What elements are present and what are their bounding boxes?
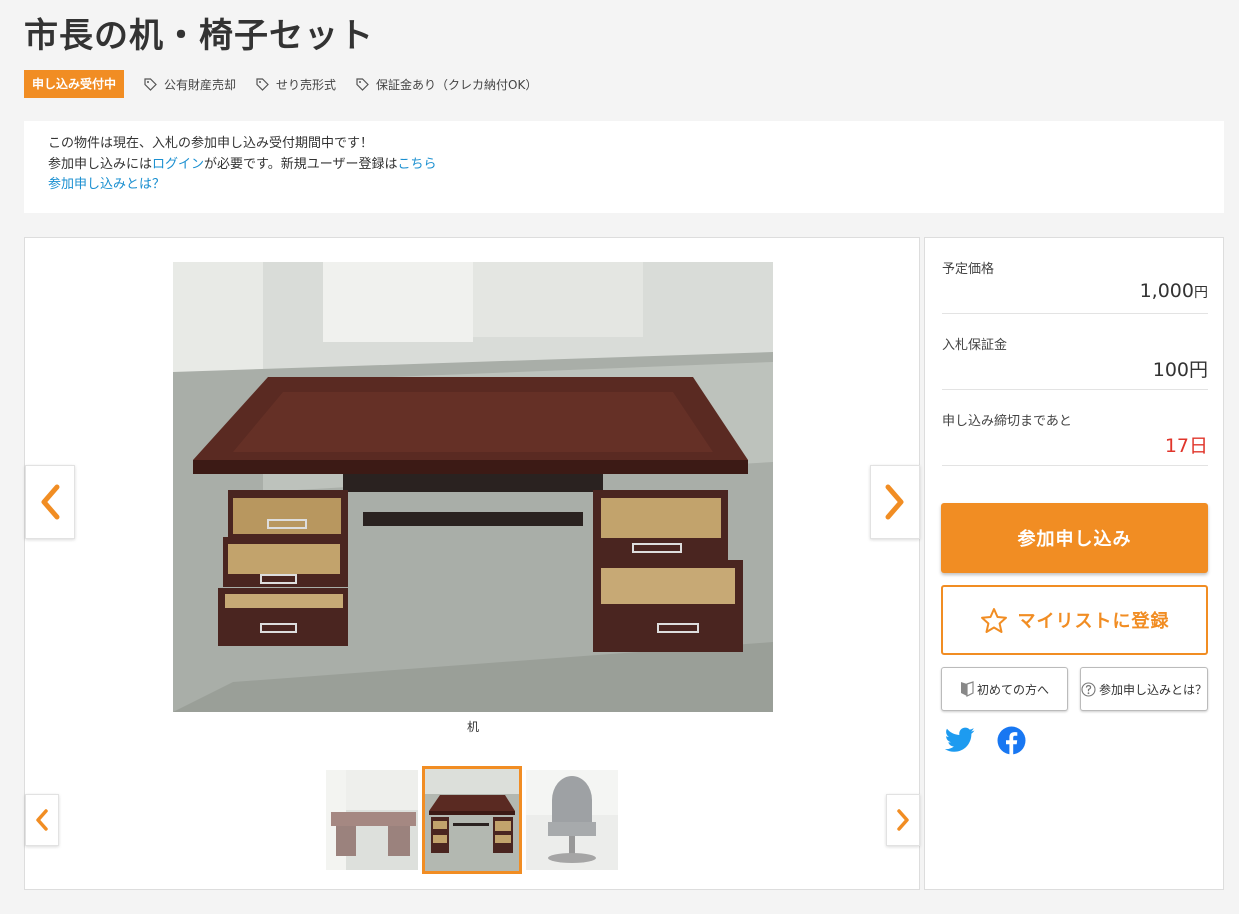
tag-icon bbox=[356, 77, 369, 91]
deposit-value: 100円 bbox=[1152, 359, 1208, 381]
price-amount: 1,000 bbox=[1139, 280, 1194, 302]
add-to-mylist-button[interactable]: マイリストに登録 bbox=[941, 585, 1208, 655]
twitter-share-button[interactable] bbox=[944, 727, 975, 753]
chevron-right-icon bbox=[885, 484, 904, 520]
beginner-mark-icon bbox=[960, 681, 974, 697]
tag-item: せり売形式 bbox=[256, 76, 336, 93]
deposit-row: 入札保証金 100円 bbox=[942, 334, 1208, 390]
prev-thumbnail-button[interactable] bbox=[25, 794, 59, 846]
status-badge: 申し込み受付中 bbox=[24, 70, 125, 98]
login-link[interactable]: ログイン bbox=[152, 157, 204, 172]
what-is-application-link[interactable]: 参加申し込みとは？ bbox=[48, 177, 165, 192]
notice-line: 参加申し込みとは？ bbox=[48, 175, 1200, 196]
deposit-label: 入札保証金 bbox=[942, 338, 1008, 353]
next-thumbnail-button[interactable] bbox=[886, 794, 920, 846]
twitter-icon bbox=[944, 727, 975, 752]
what-is-application-label: 参加申し込みとは？ bbox=[1098, 682, 1207, 697]
tag-label: せり売形式 bbox=[276, 77, 337, 92]
tag-item: 保証金あり（クレカ納付OK） bbox=[356, 76, 537, 93]
facebook-icon bbox=[997, 726, 1026, 755]
info-panel: 予定価格 1,000円 入札保証金 100円 申し込み締切まであと 17日 参加… bbox=[924, 237, 1224, 890]
what-is-application-button[interactable]: 参加申し込みとは？ bbox=[1080, 667, 1208, 711]
thumbnail-desk-front[interactable] bbox=[326, 770, 418, 870]
deadline-value: 17日 bbox=[1164, 435, 1208, 457]
notice-text: 参加申し込みには bbox=[48, 156, 153, 172]
image-caption: 机 bbox=[466, 720, 479, 734]
deadline-label: 申し込み締切まであと bbox=[942, 414, 1072, 429]
notice-line: 参加申し込みにはログインが必要です。新規ユーザー登録はこちら bbox=[48, 155, 1200, 176]
register-link[interactable]: こちら bbox=[397, 157, 436, 172]
next-image-button[interactable] bbox=[870, 465, 920, 539]
page-title: 市長の机・椅子セット bbox=[24, 16, 374, 56]
chevron-left-icon bbox=[36, 809, 48, 831]
facebook-share-button[interactable] bbox=[997, 726, 1026, 755]
mylist-label: マイリストに登録 bbox=[1017, 611, 1170, 632]
deadline-row: 申し込み締切まであと 17日 bbox=[942, 410, 1208, 466]
beginner-guide-button[interactable]: 初めての方へ bbox=[941, 667, 1068, 711]
tag-icon bbox=[144, 77, 157, 91]
tag-icon bbox=[256, 77, 269, 91]
price-unit: 円 bbox=[1194, 285, 1208, 301]
chevron-right-icon bbox=[897, 809, 909, 831]
apply-button[interactable]: 参加申し込み bbox=[941, 503, 1208, 573]
tag-label: 保証金あり（クレカ納付OK） bbox=[376, 77, 538, 92]
notice-line: この物件は現在、入札の参加申し込み受付期間中です！ bbox=[48, 136, 374, 151]
image-gallery: 机 bbox=[24, 237, 920, 890]
tag-label: 公有財産売却 bbox=[164, 77, 237, 92]
star-icon bbox=[980, 607, 1007, 633]
chevron-left-icon bbox=[41, 484, 60, 520]
notice-box: この物件は現在、入札の参加申し込み受付期間中です！ 参加申し込みにはログインが必… bbox=[24, 121, 1224, 213]
prev-image-button[interactable] bbox=[25, 465, 75, 539]
price-row: 予定価格 1,000円 bbox=[942, 258, 1208, 314]
notice-text: が必要です。新規ユーザー登録は bbox=[204, 156, 398, 172]
thumbnail-chair[interactable] bbox=[526, 770, 618, 870]
main-image bbox=[173, 262, 773, 712]
beginner-guide-label: 初めての方へ bbox=[976, 682, 1049, 697]
price-value: 1,000円 bbox=[1140, 280, 1208, 302]
price-label: 予定価格 bbox=[942, 262, 995, 277]
tag-item: 公有財産売却 bbox=[144, 76, 236, 93]
thumbnail-desk-drawers-open[interactable] bbox=[422, 766, 522, 874]
question-icon bbox=[1081, 681, 1096, 697]
tag-list: 申し込み受付中 公有財産売却 せり売形式 保証金あり（クレカ納付OK） bbox=[24, 70, 557, 98]
